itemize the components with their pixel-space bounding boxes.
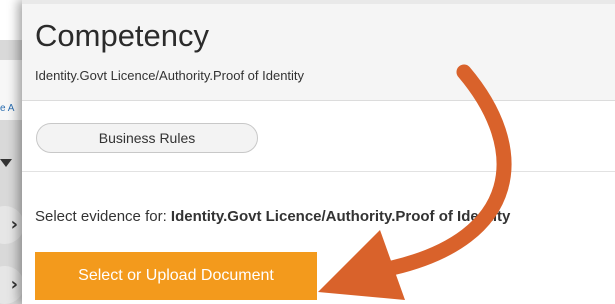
chevron-right-button[interactable]: › <box>0 206 24 244</box>
chevron-right-icon: › <box>10 214 18 235</box>
screenshot: e A › › Competency Identity.Govt Licence… <box>0 0 615 304</box>
modal-subtitle: Identity.Govt Licence/Authority.Proof of… <box>35 68 305 83</box>
business-rules-section: Business Rules <box>22 101 615 172</box>
business-rules-button[interactable]: Business Rules <box>36 123 258 153</box>
modal-title: Competency <box>35 18 210 53</box>
evidence-prompt: Select evidence for: Identity.Govt Licen… <box>35 208 510 225</box>
modal-header: Competency Identity.Govt Licence/Authori… <box>22 4 615 101</box>
competency-modal: Competency Identity.Govt Licence/Authori… <box>22 0 615 304</box>
background-link[interactable]: e A <box>0 103 14 114</box>
caret-down-icon[interactable] <box>0 159 12 167</box>
select-upload-document-button[interactable]: Select or Upload Document <box>35 252 317 300</box>
evidence-prompt-label: Select evidence for: <box>35 208 167 225</box>
chevron-right-button[interactable]: › <box>0 266 24 304</box>
evidence-target: Identity.Govt Licence/Authority.Proof of… <box>170 208 511 225</box>
chevron-right-icon: › <box>10 274 18 295</box>
